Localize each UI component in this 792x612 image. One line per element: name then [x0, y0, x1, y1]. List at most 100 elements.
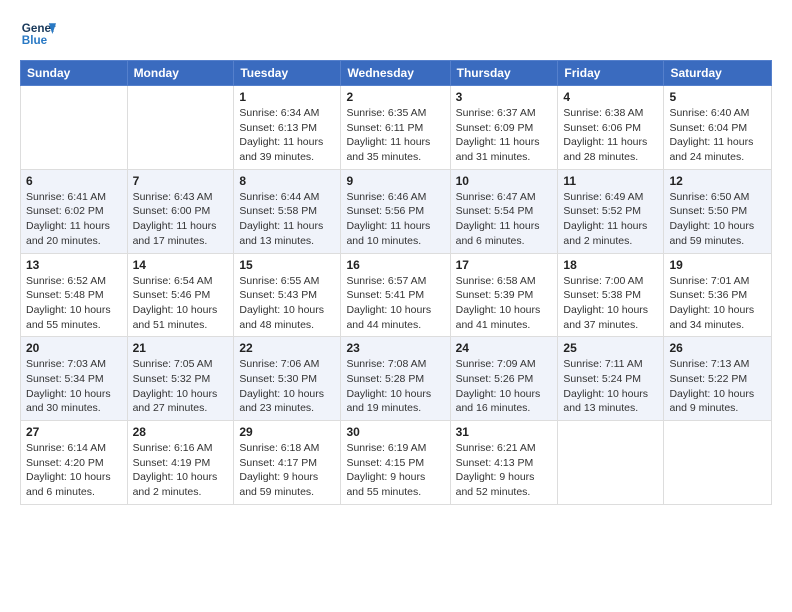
day-number: 7 — [133, 174, 229, 188]
day-info: Sunrise: 6:57 AM Sunset: 5:41 PM Dayligh… — [346, 274, 444, 333]
header-day: Sunday — [21, 61, 128, 86]
calendar-cell: 25 Sunrise: 7:11 AM Sunset: 5:24 PM Dayli… — [558, 337, 664, 421]
day-info: Sunrise: 7:03 AM Sunset: 5:34 PM Dayligh… — [26, 357, 122, 416]
day-number: 14 — [133, 258, 229, 272]
day-number: 20 — [26, 341, 122, 355]
header-day: Thursday — [450, 61, 558, 86]
calendar-cell: 2Sunrise: 6:35 AM Sunset: 6:11 PM Daylig… — [341, 86, 450, 170]
day-info: Sunrise: 6:40 AM Sunset: 6:04 PM Dayligh… — [669, 106, 766, 165]
header-day: Wednesday — [341, 61, 450, 86]
day-info: Sunrise: 6:14 AM Sunset: 4:20 PM Dayligh… — [26, 441, 122, 500]
day-number: 16 — [346, 258, 444, 272]
calendar-cell: 17Sunrise: 6:58 AM Sunset: 5:39 PM Dayli… — [450, 253, 558, 337]
day-info: Sunrise: 7:01 AM Sunset: 5:36 PM Dayligh… — [669, 274, 766, 333]
calendar-cell — [558, 421, 664, 505]
day-info: Sunrise: 6:35 AM Sunset: 6:11 PM Dayligh… — [346, 106, 444, 165]
day-info: Sunrise: 7:13 AM Sunset: 5:22 PM Dayligh… — [669, 357, 766, 416]
day-info: Sunrise: 7:09 AM Sunset: 5:26 PM Dayligh… — [456, 357, 553, 416]
calendar-cell: 16 Sunrise: 6:57 AM Sunset: 5:41 PM Dayli… — [341, 253, 450, 337]
day-info: Sunrise: 6:52 AM Sunset: 5:48 PM Dayligh… — [26, 274, 122, 333]
calendar-cell: 23 Sunrise: 7:08 AM Sunset: 5:28 PM Dayli… — [341, 337, 450, 421]
day-number: 22 — [239, 341, 335, 355]
day-number: 29 — [239, 425, 335, 439]
page: General Blue SundayMondayTuesdayWednesda… — [0, 0, 792, 612]
calendar-cell: 9 Sunrise: 6:46 AM Sunset: 5:56 PM Daylig… — [341, 169, 450, 253]
week-row: 1 Sunrise: 6:34 AM Sunset: 6:13 PM Daylig… — [21, 86, 772, 170]
day-info: Sunrise: 6:18 AM Sunset: 4:17 PM Dayligh… — [239, 441, 335, 500]
day-number: 13 — [26, 258, 122, 272]
day-info: Sunrise: 7:11 AM Sunset: 5:24 PM Dayligh… — [563, 357, 658, 416]
calendar-cell: 12Sunrise: 6:50 AM Sunset: 5:50 PM Dayli… — [664, 169, 772, 253]
calendar-cell: 13 Sunrise: 6:52 AM Sunset: 5:48 PM Dayli… — [21, 253, 128, 337]
day-info: Sunrise: 7:06 AM Sunset: 5:30 PM Dayligh… — [239, 357, 335, 416]
logo: General Blue — [20, 16, 56, 52]
calendar-cell — [127, 86, 234, 170]
day-number: 9 — [346, 174, 444, 188]
day-number: 25 — [563, 341, 658, 355]
week-row: 27 Sunrise: 6:14 AM Sunset: 4:20 PM Dayli… — [21, 421, 772, 505]
day-number: 3 — [456, 90, 553, 104]
day-info: Sunrise: 6:37 AM Sunset: 6:09 PM Dayligh… — [456, 106, 553, 165]
day-number: 4 — [563, 90, 658, 104]
header-day: Tuesday — [234, 61, 341, 86]
day-number: 30 — [346, 425, 444, 439]
day-number: 15 — [239, 258, 335, 272]
calendar-cell: 21 Sunrise: 7:05 AM Sunset: 5:32 PM Dayli… — [127, 337, 234, 421]
calendar-cell: 15 Sunrise: 6:55 AM Sunset: 5:43 PM Dayli… — [234, 253, 341, 337]
day-number: 10 — [456, 174, 553, 188]
calendar-cell: 19 Sunrise: 7:01 AM Sunset: 5:36 PM Dayli… — [664, 253, 772, 337]
day-info: Sunrise: 7:00 AM Sunset: 5:38 PM Dayligh… — [563, 274, 658, 333]
header-row: SundayMondayTuesdayWednesdayThursdayFrid… — [21, 61, 772, 86]
day-number: 8 — [239, 174, 335, 188]
day-number: 1 — [239, 90, 335, 104]
calendar-cell: 11 Sunrise: 6:49 AM Sunset: 5:52 PM Dayli… — [558, 169, 664, 253]
day-number: 18 — [563, 258, 658, 272]
day-number: 11 — [563, 174, 658, 188]
day-number: 28 — [133, 425, 229, 439]
day-info: Sunrise: 6:38 AM Sunset: 6:06 PM Dayligh… — [563, 106, 658, 165]
day-info: Sunrise: 6:19 AM Sunset: 4:15 PM Dayligh… — [346, 441, 444, 500]
day-info: Sunrise: 6:46 AM Sunset: 5:56 PM Dayligh… — [346, 190, 444, 249]
week-row: 6 Sunrise: 6:41 AM Sunset: 6:02 PM Daylig… — [21, 169, 772, 253]
day-info: Sunrise: 7:05 AM Sunset: 5:32 PM Dayligh… — [133, 357, 229, 416]
calendar-cell: 28Sunrise: 6:16 AM Sunset: 4:19 PM Dayli… — [127, 421, 234, 505]
calendar-cell: 29 Sunrise: 6:18 AM Sunset: 4:17 PM Dayli… — [234, 421, 341, 505]
week-row: 20 Sunrise: 7:03 AM Sunset: 5:34 PM Dayli… — [21, 337, 772, 421]
day-info: Sunrise: 6:34 AM Sunset: 6:13 PM Dayligh… — [239, 106, 335, 165]
day-info: Sunrise: 6:50 AM Sunset: 5:50 PM Dayligh… — [669, 190, 766, 249]
calendar-cell: 30 Sunrise: 6:19 AM Sunset: 4:15 PM Dayli… — [341, 421, 450, 505]
day-info: Sunrise: 7:08 AM Sunset: 5:28 PM Dayligh… — [346, 357, 444, 416]
day-info: Sunrise: 6:43 AM Sunset: 6:00 PM Dayligh… — [133, 190, 229, 249]
day-info: Sunrise: 6:58 AM Sunset: 5:39 PM Dayligh… — [456, 274, 553, 333]
calendar-cell: 8Sunrise: 6:44 AM Sunset: 5:58 PM Daylig… — [234, 169, 341, 253]
header-day: Monday — [127, 61, 234, 86]
calendar-cell: 14 Sunrise: 6:54 AM Sunset: 5:46 PM Dayli… — [127, 253, 234, 337]
day-number: 5 — [669, 90, 766, 104]
calendar-cell — [21, 86, 128, 170]
header-day: Saturday — [664, 61, 772, 86]
week-row: 13 Sunrise: 6:52 AM Sunset: 5:48 PM Dayli… — [21, 253, 772, 337]
day-info: Sunrise: 6:47 AM Sunset: 5:54 PM Dayligh… — [456, 190, 553, 249]
day-number: 19 — [669, 258, 766, 272]
calendar-cell: 31 Sunrise: 6:21 AM Sunset: 4:13 PM Dayli… — [450, 421, 558, 505]
day-info: Sunrise: 6:54 AM Sunset: 5:46 PM Dayligh… — [133, 274, 229, 333]
calendar-cell: 3 Sunrise: 6:37 AM Sunset: 6:09 PM Daylig… — [450, 86, 558, 170]
header: General Blue — [20, 16, 772, 52]
day-number: 27 — [26, 425, 122, 439]
calendar-cell: 20 Sunrise: 7:03 AM Sunset: 5:34 PM Dayli… — [21, 337, 128, 421]
calendar-cell: 26Sunrise: 7:13 AM Sunset: 5:22 PM Dayli… — [664, 337, 772, 421]
day-number: 21 — [133, 341, 229, 355]
calendar-cell: 18 Sunrise: 7:00 AM Sunset: 5:38 PM Dayli… — [558, 253, 664, 337]
day-info: Sunrise: 6:49 AM Sunset: 5:52 PM Dayligh… — [563, 190, 658, 249]
calendar-cell: 22 Sunrise: 7:06 AM Sunset: 5:30 PM Dayli… — [234, 337, 341, 421]
day-info: Sunrise: 6:21 AM Sunset: 4:13 PM Dayligh… — [456, 441, 553, 500]
day-number: 23 — [346, 341, 444, 355]
calendar-cell: 7 Sunrise: 6:43 AM Sunset: 6:00 PM Daylig… — [127, 169, 234, 253]
day-info: Sunrise: 6:41 AM Sunset: 6:02 PM Dayligh… — [26, 190, 122, 249]
svg-text:Blue: Blue — [22, 34, 48, 47]
calendar-cell: 10 Sunrise: 6:47 AM Sunset: 5:54 PM Dayli… — [450, 169, 558, 253]
day-info: Sunrise: 6:55 AM Sunset: 5:43 PM Dayligh… — [239, 274, 335, 333]
day-number: 6 — [26, 174, 122, 188]
day-number: 24 — [456, 341, 553, 355]
day-number: 31 — [456, 425, 553, 439]
